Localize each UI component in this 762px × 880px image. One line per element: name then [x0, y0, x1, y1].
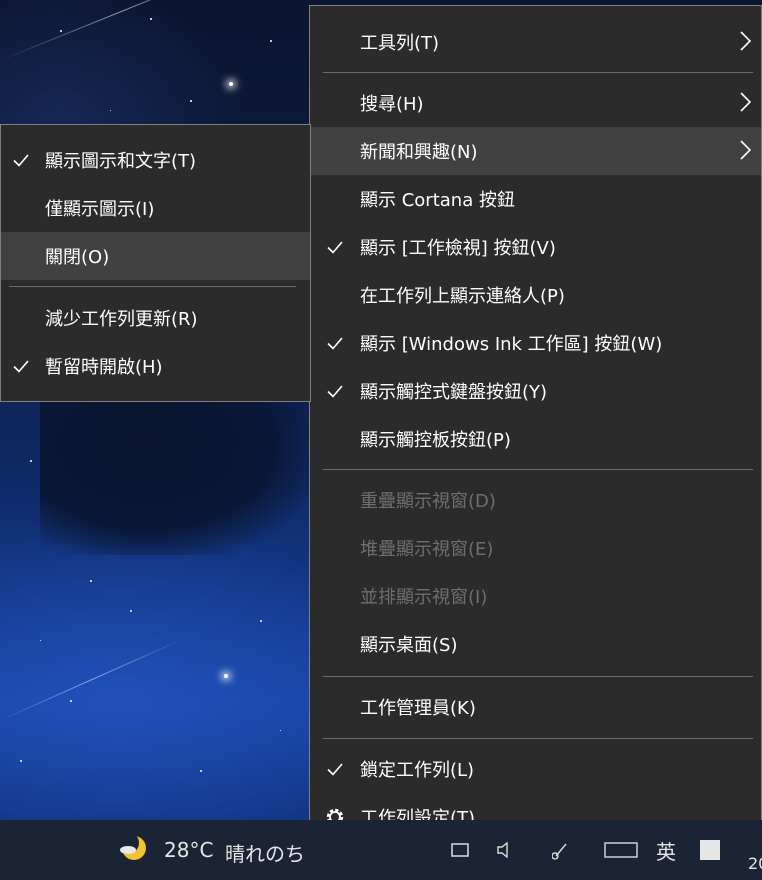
- notification-icon[interactable]: [698, 838, 722, 862]
- menu-item-label: 搜尋(H): [360, 94, 424, 115]
- submenu-item-label: 顯示圖示和文字(T): [45, 151, 197, 172]
- menu-item-7[interactable]: 顯示 [Windows Ink 工作區] 按鈕(W): [310, 319, 761, 367]
- temperature[interactable]: 28°C: [164, 838, 213, 862]
- menu-item-label: 顯示 [工作檢視] 按鈕(V): [360, 238, 556, 259]
- menu-item-label: 顯示 Cortana 按鈕: [360, 190, 515, 211]
- checkmark-icon: [10, 355, 32, 377]
- submenu-item-label: 僅顯示圖示(I): [45, 199, 155, 220]
- checkmark-icon: [324, 332, 346, 354]
- menu-item-label: 顯示桌面(S): [360, 635, 458, 656]
- menu-item-13[interactable]: 顯示桌面(S): [310, 620, 761, 668]
- menu-item-label: 堆疊顯示視窗(E): [360, 539, 494, 560]
- checkmark-icon: [324, 380, 346, 402]
- menu-item-label: 重疊顯示視窗(D): [360, 491, 496, 512]
- menu-item-label: 並排顯示視窗(I): [360, 587, 488, 608]
- submenu-item-3[interactable]: 關閉(O): [1, 232, 310, 280]
- tree-silhouette: [40, 395, 310, 555]
- menu-item-5[interactable]: 顯示 [工作檢視] 按鈕(V): [310, 223, 761, 271]
- menu-item-label: 新聞和興趣(N): [360, 142, 478, 163]
- menu-item-6[interactable]: 在工作列上顯示連絡人(P): [310, 271, 761, 319]
- menu-item-3[interactable]: 新聞和興趣(N): [310, 127, 761, 175]
- menu-item-label: 顯示觸控板按鈕(P): [360, 430, 511, 451]
- menu-item-label: 工具列(T): [360, 33, 440, 54]
- menu-item-12: 並排顯示視窗(I): [310, 572, 761, 620]
- menu-item-label: 顯示 [Windows Ink 工作區] 按鈕(W): [360, 334, 663, 355]
- clock[interactable]: 20: [748, 854, 762, 873]
- menu-separator: [9, 286, 296, 287]
- menu-item-9[interactable]: 顯示觸控板按鈕(P): [310, 415, 761, 463]
- submenu-item-4[interactable]: 減少工作列更新(R): [1, 294, 310, 342]
- volume-icon[interactable]: [496, 842, 516, 858]
- menu-item-4[interactable]: 顯示 Cortana 按鈕: [310, 175, 761, 223]
- chevron-right-icon: [739, 139, 753, 166]
- menu-item-15[interactable]: 鎖定工作列(L): [310, 745, 761, 793]
- ime-indicator[interactable]: 英: [656, 836, 676, 865]
- menu-item-label: 在工作列上顯示連絡人(P): [360, 286, 565, 307]
- pen-icon[interactable]: [552, 840, 572, 860]
- keyboard-icon[interactable]: [604, 842, 638, 858]
- menu-item-label: 工作管理員(K): [360, 698, 476, 719]
- menu-separator: [323, 72, 753, 73]
- submenu-item-2[interactable]: 僅顯示圖示(I): [1, 184, 310, 232]
- taskbar: 28°C 晴れのち 英 20: [0, 820, 762, 880]
- shooting-star: [0, 638, 183, 721]
- menu-separator: [323, 469, 753, 470]
- network-icon[interactable]: [450, 842, 472, 858]
- submenu-item-label: 減少工作列更新(R): [45, 309, 198, 330]
- menu-item-2[interactable]: 搜尋(H): [310, 79, 761, 127]
- menu-item-8[interactable]: 顯示觸控式鍵盤按鈕(Y): [310, 367, 761, 415]
- menu-item-11: 堆疊顯示視窗(E): [310, 524, 761, 572]
- moon-cloud-icon[interactable]: [116, 832, 150, 866]
- bright-star: [229, 82, 233, 86]
- checkmark-icon: [324, 758, 346, 780]
- bright-star: [224, 674, 228, 678]
- submenu-item-label: 暫留時開啟(H): [45, 357, 163, 378]
- menu-item-14[interactable]: 工作管理員(K): [310, 683, 761, 731]
- checkmark-icon: [10, 149, 32, 171]
- menu-item-10: 重疊顯示視窗(D): [310, 476, 761, 524]
- submenu-item-5[interactable]: 暫留時開啟(H): [1, 342, 310, 390]
- shooting-star: [0, 0, 242, 61]
- menu-separator: [323, 738, 753, 739]
- menu-item-1[interactable]: 工具列(T): [310, 18, 761, 66]
- menu-item-label: 鎖定工作列(L): [360, 760, 475, 781]
- menu-separator: [323, 676, 753, 677]
- news-interests-submenu: 顯示圖示和文字(T) 僅顯示圖示(I) 關閉(O) 減少工作列更新(R) 暫留時開啟(H…: [0, 124, 311, 402]
- weather-text[interactable]: 晴れのち: [225, 838, 305, 867]
- submenu-item-label: 關閉(O): [45, 247, 110, 268]
- menu-item-label: 顯示觸控式鍵盤按鈕(Y): [360, 382, 548, 403]
- submenu-item-1[interactable]: 顯示圖示和文字(T): [1, 136, 310, 184]
- taskbar-context-menu: 工具列(T) 搜尋(H) 新聞和興趣(N) 顯示 Cortana 按鈕顯示 [工作檢視…: [309, 5, 762, 852]
- chevron-right-icon: [739, 91, 753, 118]
- chevron-right-icon: [739, 30, 753, 57]
- checkmark-icon: [324, 236, 346, 258]
